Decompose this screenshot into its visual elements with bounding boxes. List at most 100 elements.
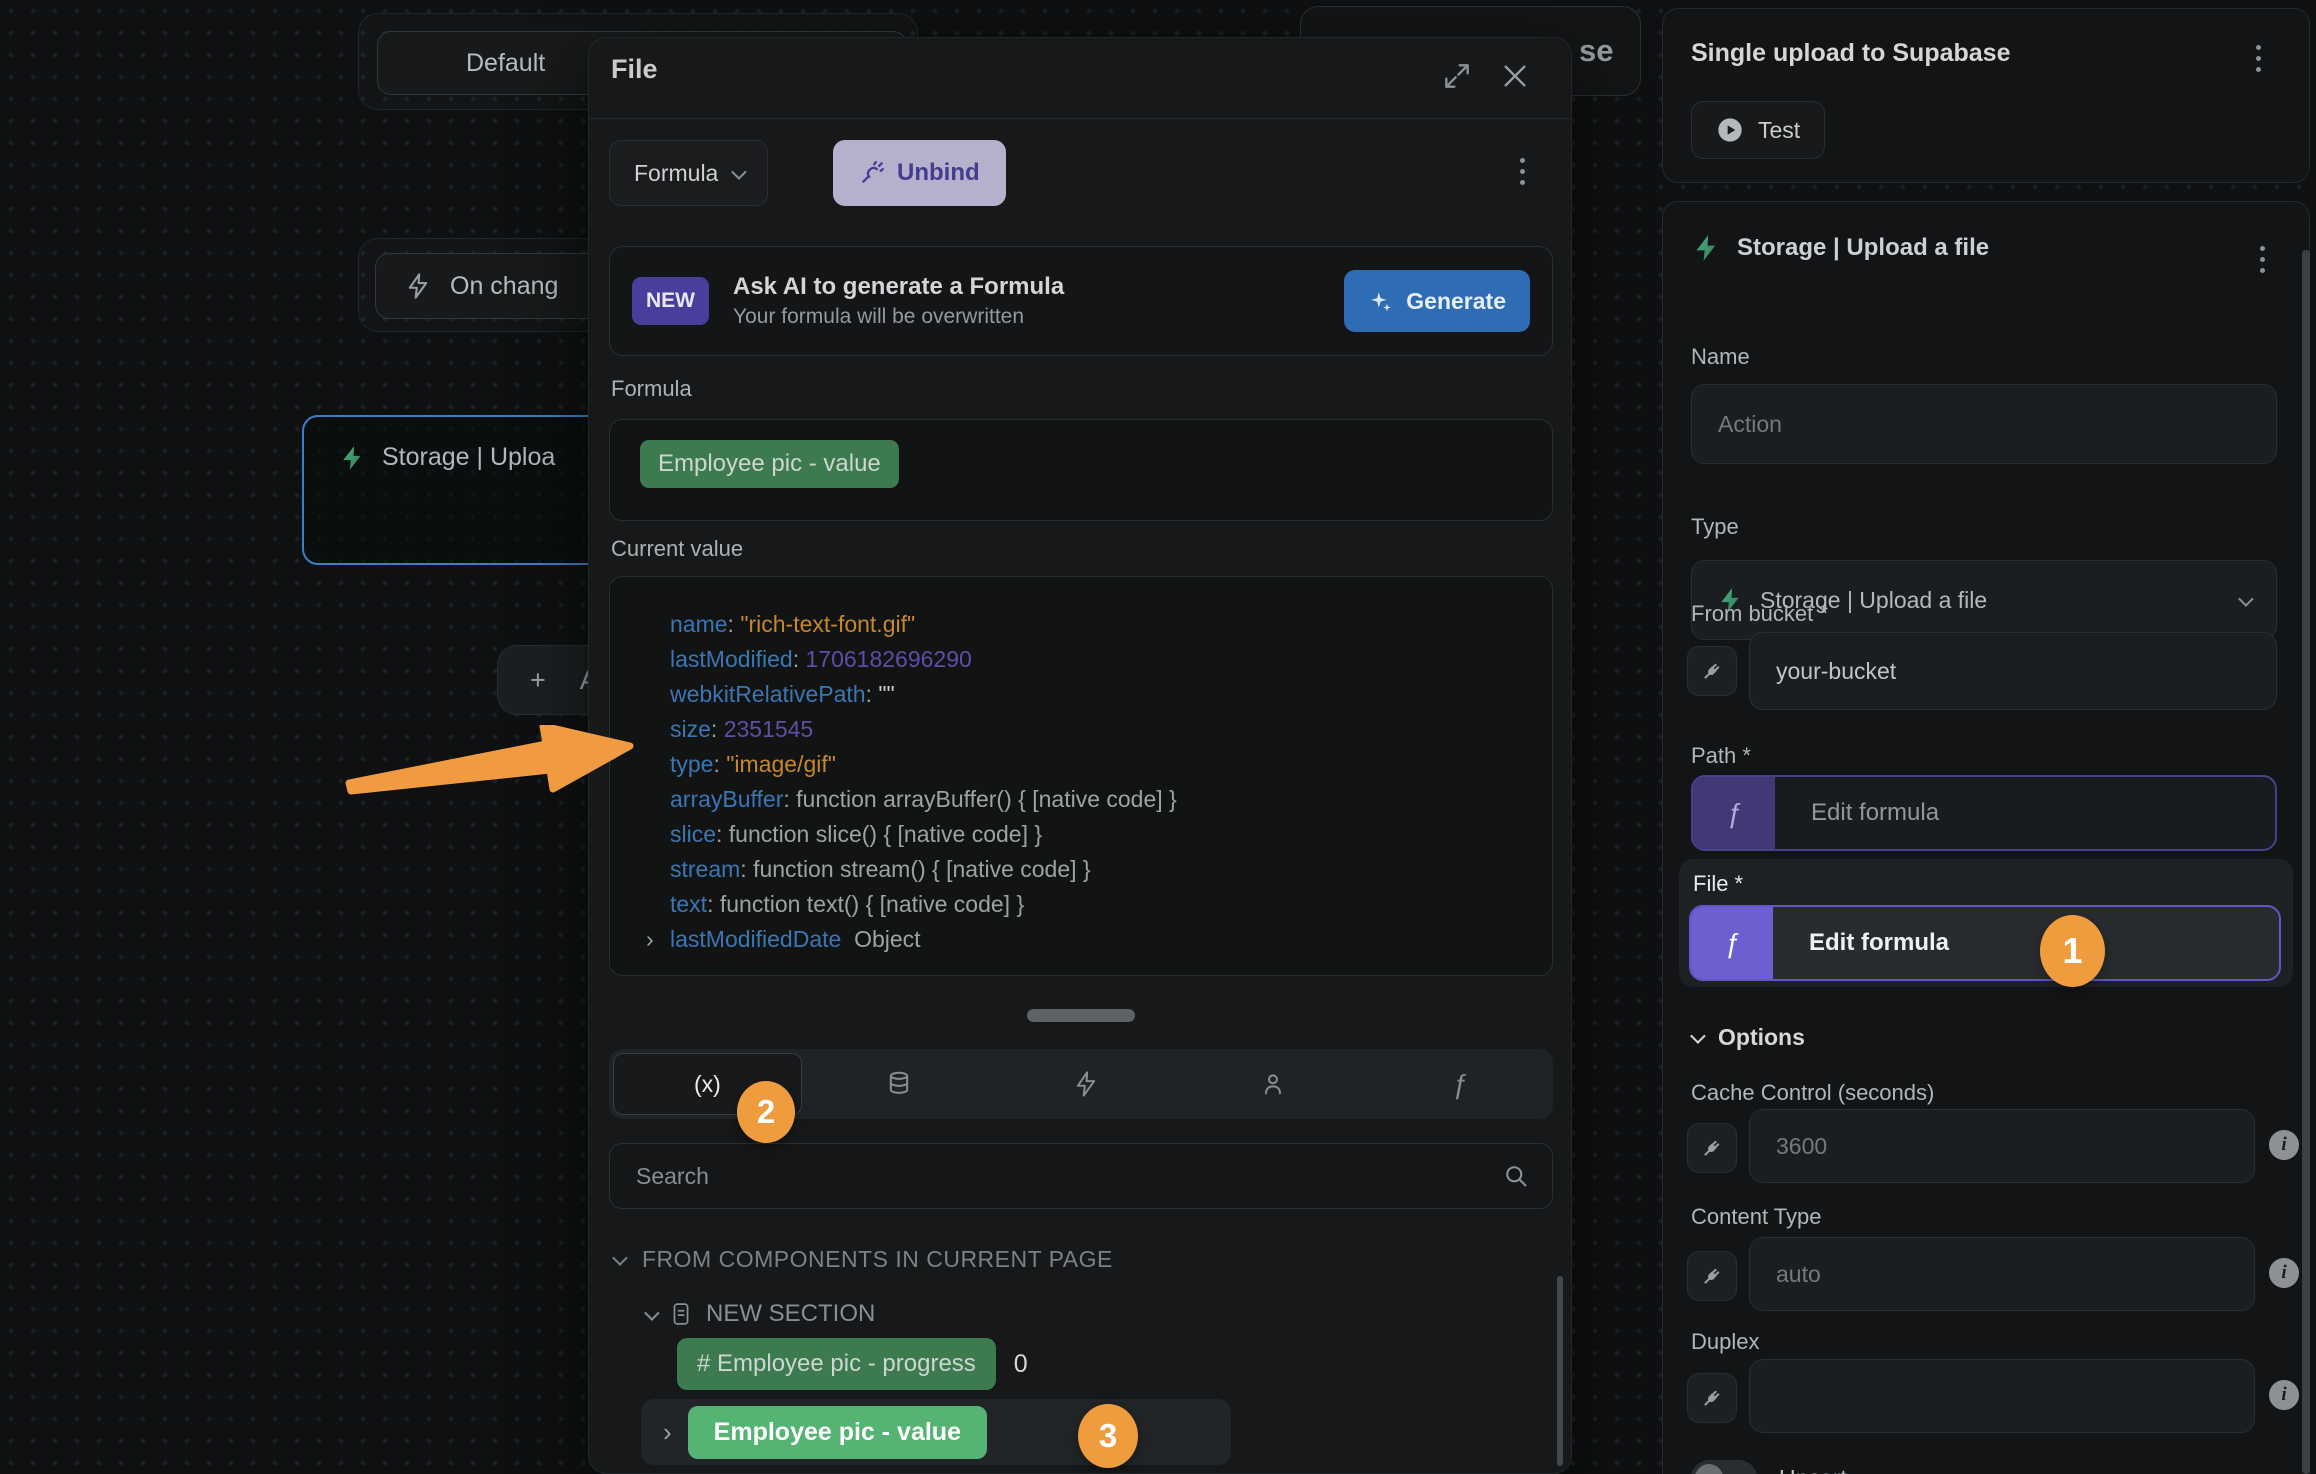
generate-button[interactable]: Generate: [1344, 270, 1530, 332]
file-binding-modal: File Formula Unbind: [588, 37, 1572, 1474]
chevron-down-icon: [644, 1305, 660, 1321]
content-type-input[interactable]: [1750, 1261, 2254, 1288]
bind-plug-icon[interactable]: [1687, 646, 1737, 696]
workflow-title: Single upload to Supabase: [1691, 39, 2010, 68]
search-input[interactable]: [610, 1163, 1502, 1190]
file-button-label: Edit formula: [1773, 907, 2279, 979]
close-icon[interactable]: [1499, 60, 1533, 94]
tab-collections[interactable]: [806, 1049, 993, 1119]
ai-banner-title: Ask AI to generate a Formula: [733, 273, 1344, 301]
tab-workflows[interactable]: [993, 1049, 1180, 1119]
binding-type-value: Formula: [634, 160, 718, 187]
tree-section-header[interactable]: NEW SECTION: [645, 1300, 875, 1328]
action-settings-panel: Storage | Upload a file Name Type Storag…: [1662, 201, 2310, 1474]
file-label: File *: [1693, 871, 1743, 897]
tree-group-header[interactable]: FROM COMPONENTS IN CURRENT PAGE: [613, 1246, 1113, 1273]
formula-variable-chip[interactable]: Employee pic - value: [640, 440, 899, 488]
generate-label: Generate: [1406, 288, 1506, 315]
bind-plug-icon[interactable]: [1687, 1373, 1737, 1423]
database-icon: [885, 1070, 913, 1098]
tab-user[interactable]: [1179, 1049, 1366, 1119]
default-state-label: Default: [466, 49, 545, 78]
bucket-label: From bucket *: [1691, 601, 1828, 627]
binding-type-dropdown[interactable]: Formula: [609, 140, 768, 206]
app-canvas: Default On chang Storage | Uploa: [0, 0, 2316, 1474]
chevron-down-icon: [731, 164, 747, 180]
new-badge: NEW: [632, 277, 709, 325]
info-icon[interactable]: i: [2269, 1380, 2299, 1410]
tree-item-value-selected[interactable]: › Employee pic - value: [641, 1399, 1231, 1465]
code-line: type: "image/gif": [646, 747, 1552, 782]
tree-item-progress[interactable]: # Employee pic - progress 0: [677, 1338, 1028, 1390]
bind-plug-icon[interactable]: [1687, 1123, 1737, 1173]
cache-control-input[interactable]: [1750, 1133, 2254, 1160]
code-line: ›lastModifiedDate Object: [646, 922, 1552, 957]
code-line: text: function text() { [native code] }: [646, 887, 1552, 922]
workflow-kebab-menu[interactable]: [2256, 45, 2261, 72]
chevron-down-icon: [1690, 1028, 1706, 1044]
path-edit-formula-button[interactable]: ƒ Edit formula: [1691, 775, 2277, 851]
test-button[interactable]: Test: [1691, 101, 1825, 159]
info-icon[interactable]: i: [2269, 1258, 2299, 1288]
formula-f-icon: ƒ: [1691, 907, 1773, 979]
workflow-header-card: Single upload to Supabase Test: [1662, 8, 2310, 183]
action-kebab-menu[interactable]: [2260, 246, 2265, 273]
tab-functions[interactable]: ƒ: [1366, 1049, 1553, 1119]
chevron-right-icon: ›: [663, 1417, 672, 1448]
code-line: slice: function slice() { [native code] …: [646, 817, 1552, 852]
code-line: stream: function stream() { [native code…: [646, 852, 1552, 887]
expand-icon[interactable]: [1441, 60, 1475, 94]
bucket-input[interactable]: [1750, 658, 2276, 685]
upsert-row: Upsert: [1691, 1460, 1847, 1474]
user-icon: [1259, 1070, 1287, 1098]
annotation-step-1: 1: [2040, 915, 2105, 987]
bind-plug-icon[interactable]: [1687, 1251, 1737, 1301]
file-field-highlight: File * ƒ Edit formula: [1679, 859, 2293, 987]
info-icon[interactable]: i: [2269, 1130, 2299, 1160]
value-variable-chip[interactable]: Employee pic - value: [688, 1406, 987, 1459]
action-name-input[interactable]: [1692, 411, 2276, 438]
unbind-icon: [859, 160, 885, 186]
file-edit-formula-button[interactable]: ƒ Edit formula: [1689, 905, 2281, 981]
modal-header-divider: [589, 118, 1571, 119]
options-label: Options: [1718, 1024, 1805, 1051]
storage-node-label: Storage | Uploa: [382, 443, 555, 472]
code-line: webkitRelativePath: "": [646, 677, 1552, 712]
supabase-node-suffix: se: [1579, 33, 1613, 69]
action-panel-title: Storage | Upload a file: [1737, 234, 1989, 262]
play-circle-icon: [1716, 116, 1744, 144]
name-label: Name: [1691, 344, 1750, 370]
annotation-step-2: 2: [737, 1081, 795, 1143]
modal-kebab-menu[interactable]: [1520, 158, 1525, 185]
formula-editor-input[interactable]: Employee pic - value: [609, 419, 1553, 521]
formula-section-label: Formula: [611, 376, 692, 402]
duplex-input[interactable]: [1750, 1383, 2254, 1410]
annotation-arrow: [340, 725, 660, 815]
panel-resize-handle[interactable]: [1027, 1009, 1135, 1022]
cache-field-wrap: [1749, 1109, 2255, 1183]
type-value: Storage | Upload a file: [1760, 587, 2223, 614]
progress-variable-value: 0: [1014, 1350, 1028, 1379]
supabase-bolt-icon: [1693, 234, 1721, 262]
unbind-button[interactable]: Unbind: [833, 140, 1006, 206]
code-line: lastModified: 1706182696290: [646, 642, 1552, 677]
modal-scrollbar[interactable]: [1557, 1276, 1563, 1466]
action-type-select[interactable]: Storage | Upload a file: [1691, 560, 2277, 640]
variable-search: [609, 1143, 1553, 1209]
function-icon: ƒ: [1452, 1069, 1467, 1100]
progress-variable-chip[interactable]: # Employee pic - progress: [677, 1338, 996, 1390]
options-collapse-header[interactable]: Options: [1691, 1024, 1805, 1051]
type-label: Type: [1691, 514, 1739, 540]
section-icon: [670, 1302, 692, 1326]
content-type-wrap: [1749, 1237, 2255, 1311]
duplex-field-wrap: [1749, 1359, 2255, 1433]
search-icon: [1502, 1162, 1530, 1190]
sparkle-icon: [1368, 288, 1394, 314]
cache-label: Cache Control (seconds): [1691, 1080, 1934, 1106]
ai-banner-subtitle: Your formula will be overwritten: [733, 305, 1344, 329]
upsert-toggle[interactable]: [1691, 1460, 1757, 1474]
lightning-icon: [1072, 1070, 1100, 1098]
current-value-object-view[interactable]: name: "rich-text-font.gif"lastModified: …: [609, 576, 1553, 976]
sidebar-scrollbar[interactable]: [2302, 250, 2310, 1474]
lightning-outline-icon: [404, 272, 432, 300]
